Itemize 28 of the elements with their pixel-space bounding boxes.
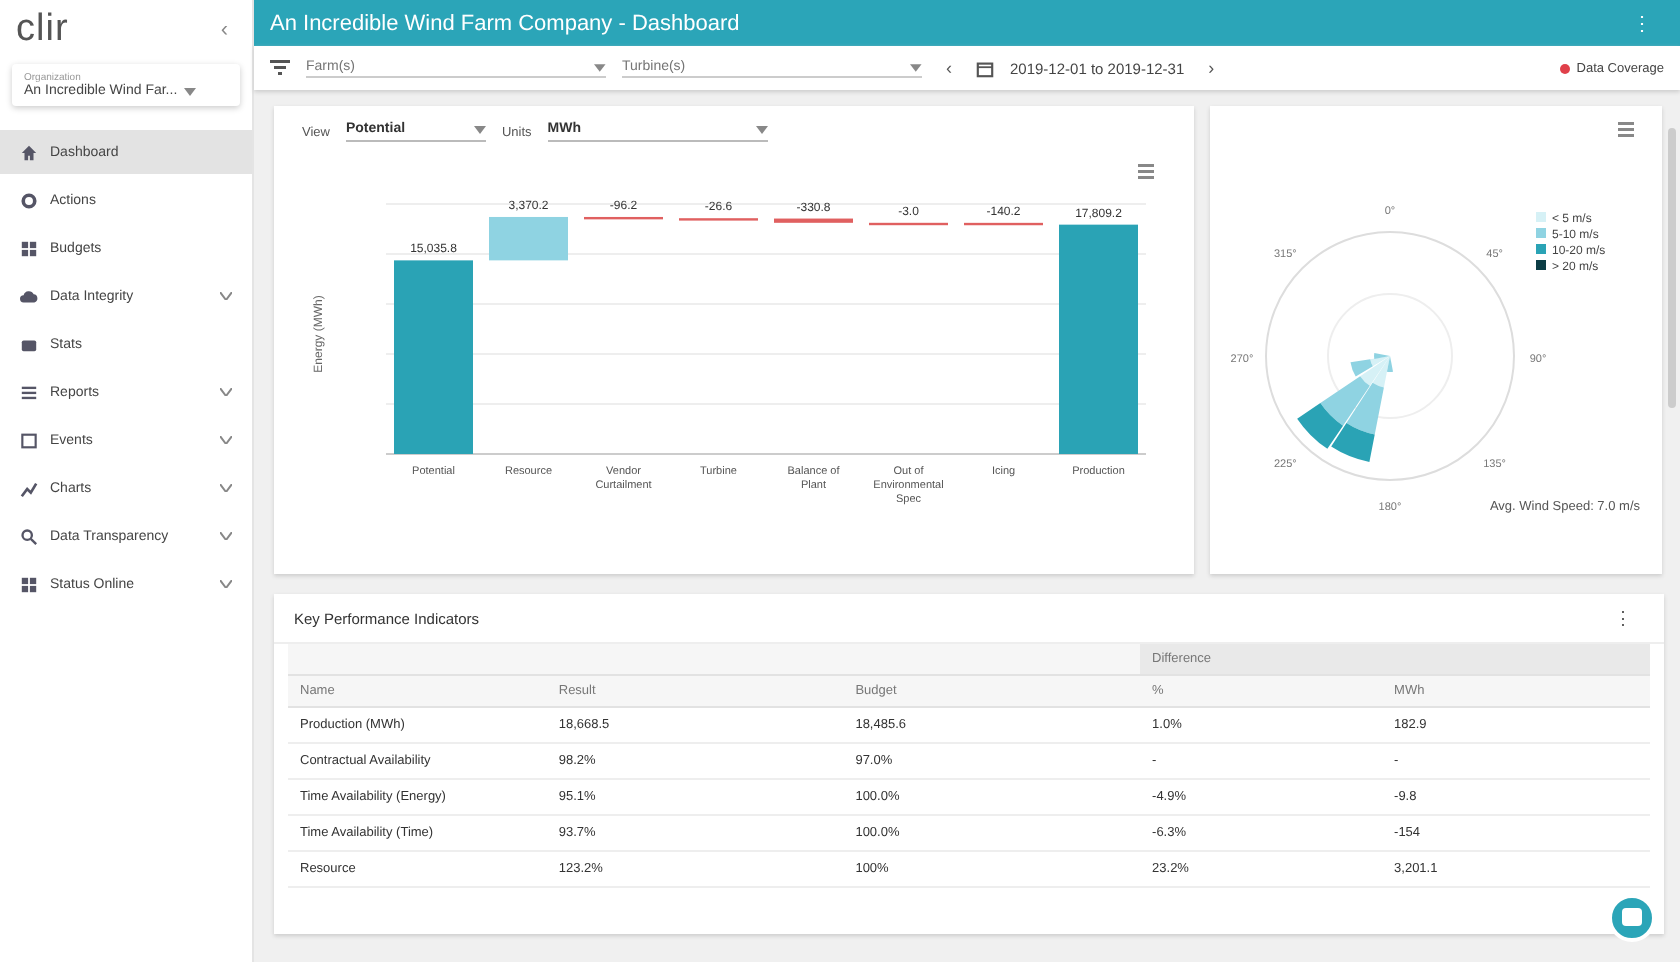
dropdown-icon [755,125,768,133]
next-button[interactable]: › [1200,58,1223,78]
trend-icon [20,479,38,497]
previous-button[interactable]: ‹ [938,58,960,78]
collapse-button[interactable]: ‹ [216,18,232,42]
calendar-icon [976,59,994,77]
cloud-icon [20,287,38,305]
ring-icon [20,191,38,209]
chart-menu-icon[interactable] [1618,122,1634,137]
calendar-icon [20,431,38,449]
menu-button[interactable]: ⋮ [1602,606,1644,630]
search-icon [20,527,38,545]
dropdown-icon [473,125,486,133]
grid-icon [20,575,38,593]
logo: clir [16,8,69,52]
grid-icon [20,239,38,257]
chat-icon [1620,906,1644,930]
filter-icon [270,60,290,76]
chart-bar [489,216,568,261]
home-icon [20,143,38,161]
chart-menu-icon[interactable] [1138,164,1154,179]
dropdown-icon [594,63,606,71]
list-icon [20,383,38,401]
chart-bar [774,218,853,223]
dropdown-icon [183,87,196,95]
briefcase-icon [20,335,38,353]
page-title: An Incredible Wind Farm Company - Dashboard [270,11,742,35]
dropdown-icon [910,63,922,71]
